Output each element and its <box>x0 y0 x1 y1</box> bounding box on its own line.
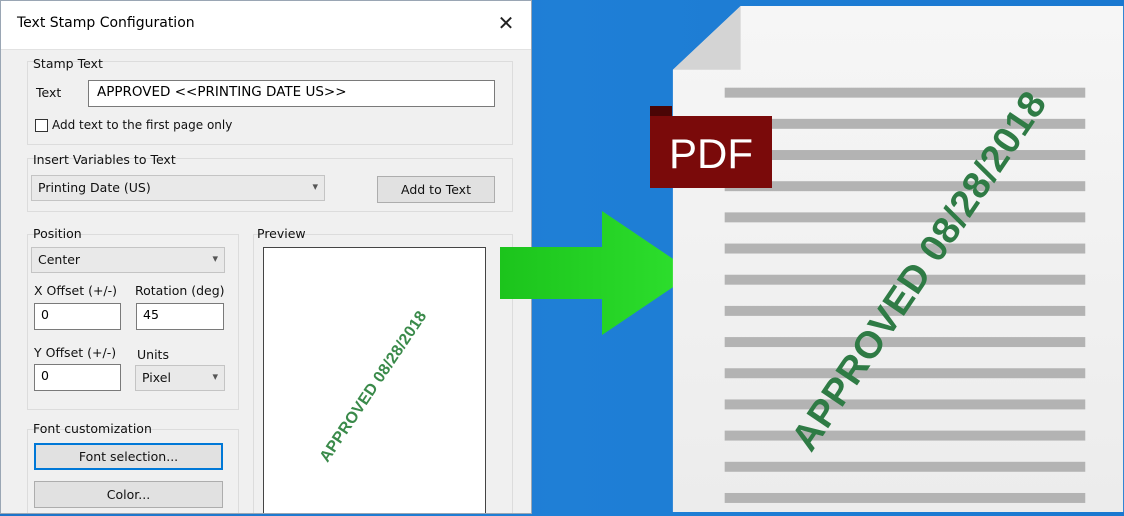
units-select-value: Pixel <box>142 370 171 385</box>
variables-select[interactable]: Printing Date (US) ▾ <box>31 175 325 201</box>
position-select-value: Center <box>38 252 81 267</box>
document-line <box>724 212 1086 223</box>
pdf-badge-fold <box>650 106 672 116</box>
variables-select-value: Printing Date (US) <box>38 180 151 195</box>
font-group-label: Font customization <box>33 421 152 436</box>
arrow-right-icon <box>500 211 694 335</box>
chevron-down-icon: ▾ <box>212 252 218 265</box>
pdf-badge: PDF <box>650 116 772 188</box>
document-line <box>724 181 1086 192</box>
document-line <box>724 430 1086 441</box>
position-group-label: Position <box>33 226 82 241</box>
document-line <box>724 243 1086 254</box>
preview-group-label: Preview <box>257 226 306 241</box>
units-label: Units <box>137 347 169 362</box>
document-line <box>724 150 1086 160</box>
dialog-titlebar: Text Stamp Configuration ✕ <box>1 1 531 50</box>
text-stamp-dialog: Text Stamp Configuration ✕ Stamp Text Te… <box>0 0 532 514</box>
first-page-only-label: Add text to the first page only <box>52 118 233 132</box>
text-label: Text <box>36 85 62 100</box>
variables-group-label: Insert Variables to Text <box>33 152 176 167</box>
document-line <box>724 337 1086 348</box>
chevron-down-icon: ▾ <box>212 370 218 383</box>
document-line <box>724 399 1086 410</box>
font-selection-button[interactable]: Font selection... <box>34 443 223 470</box>
rotation-input[interactable]: 45 <box>136 303 224 330</box>
preview-stamp-text: APPROVED 08/28/2018 <box>316 308 431 466</box>
y-offset-input[interactable]: 0 <box>34 364 121 391</box>
rotation-label: Rotation (deg) <box>135 283 225 298</box>
stamp-text-group-label: Stamp Text <box>33 56 103 71</box>
document-line <box>724 368 1086 379</box>
position-select[interactable]: Center ▾ <box>31 247 225 273</box>
x-offset-label: X Offset (+/-) <box>34 283 118 298</box>
preview-canvas: APPROVED 08/28/2018 <box>263 247 486 513</box>
x-offset-input[interactable]: 0 <box>34 303 121 330</box>
units-select[interactable]: Pixel ▾ <box>135 365 225 391</box>
chevron-down-icon: ▾ <box>312 180 318 193</box>
close-icon[interactable]: ✕ <box>493 10 519 36</box>
y-offset-label: Y Offset (+/-) <box>34 345 117 360</box>
add-to-text-button[interactable]: Add to Text <box>377 176 495 203</box>
first-page-only-checkbox[interactable] <box>35 119 48 132</box>
dialog-title: Text Stamp Configuration <box>17 15 195 31</box>
stamp-text-input[interactable]: APPROVED <<PRINTING DATE US>> <box>88 80 495 107</box>
color-button[interactable]: Color... <box>34 481 223 508</box>
